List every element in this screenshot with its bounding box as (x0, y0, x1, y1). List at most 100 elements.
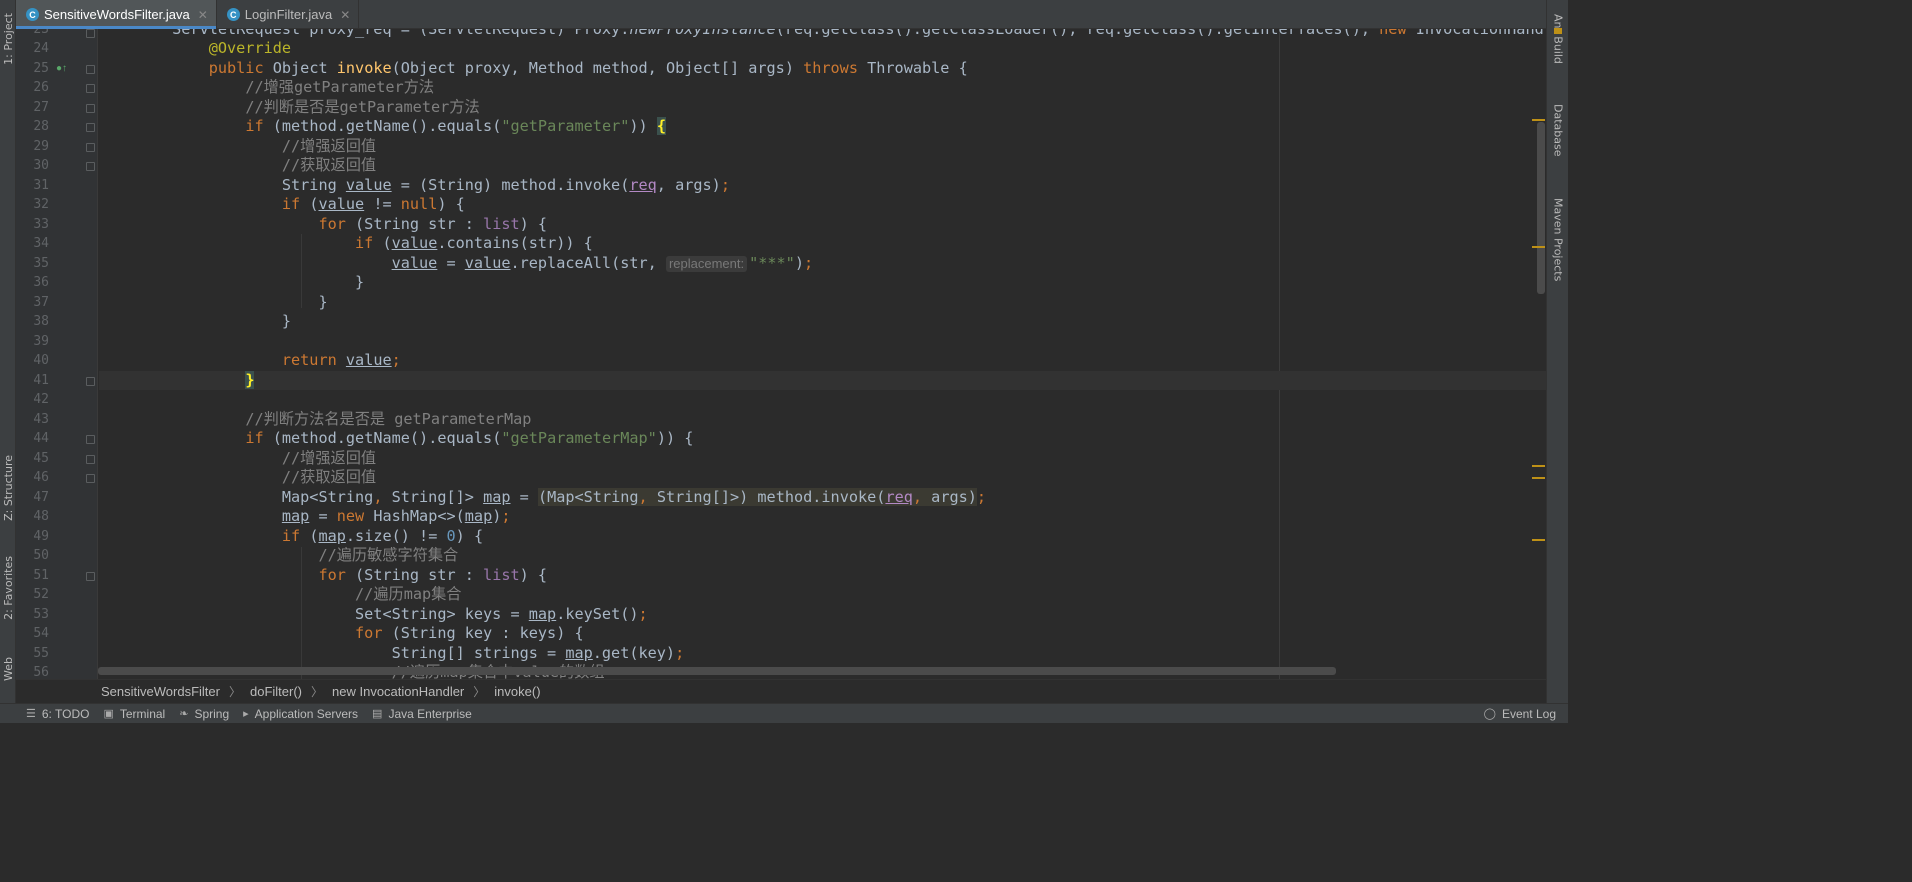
chevron-right-icon: 〉 (311, 685, 324, 699)
tab-sensitive-words-filter[interactable]: C SensitiveWordsFilter.java ✕ (16, 0, 217, 29)
fold-icon[interactable] (86, 455, 95, 464)
warning-indicator-icon[interactable] (1554, 28, 1562, 34)
todo-tool-button[interactable]: ☰ 6: TODO (26, 707, 89, 721)
line-number: 33 (33, 216, 49, 232)
structure-tool-button[interactable]: Z: Structure (0, 448, 16, 528)
code-line: for (String str : list) { (318, 214, 548, 233)
breadcrumb-current-method[interactable]: invoke() (494, 684, 540, 699)
code-line: } (99, 292, 328, 311)
left-tool-strip: 1: Project Z: Structure 2: Favorites Web (0, 0, 16, 703)
ant-build-tool-button[interactable]: Ant Build (1547, 14, 1569, 86)
line-number: 49 (33, 528, 49, 544)
vertical-scrollbar[interactable] (1537, 122, 1545, 294)
code-line: for (String key : keys) { (355, 624, 584, 642)
breadcrumb-class[interactable]: SensitiveWordsFilter (101, 684, 220, 699)
close-icon[interactable]: ✕ (198, 8, 208, 22)
application-servers-tool-button[interactable]: ▸ Application Servers (243, 707, 358, 721)
fold-icon[interactable] (86, 435, 95, 444)
todo-list-icon: ☰ (26, 708, 36, 720)
tab-login-filter[interactable]: C LoginFilter.java ✕ (217, 0, 360, 29)
breadcrumb-method[interactable]: doFilter() (250, 684, 302, 699)
fold-icon[interactable] (86, 84, 95, 93)
favorites-tool-button[interactable]: 2: Favorites (0, 548, 16, 628)
fold-icon[interactable] (86, 572, 95, 581)
line-number: 42 (33, 392, 49, 407)
line-number: 45 (33, 450, 49, 466)
application-servers-tool-label: Application Servers (254, 706, 359, 721)
error-stripe-marker[interactable] (1532, 246, 1545, 248)
line-number: 29 (33, 138, 49, 154)
line-number: 23 (33, 29, 49, 37)
code-line: //遍历敏感字符集合 (318, 546, 459, 564)
code-line: //判断方法名是否是 getParameterMap (245, 409, 532, 428)
line-number: 37 (33, 294, 49, 310)
breadcrumb-anonymous-class[interactable]: new InvocationHandler (332, 684, 464, 699)
code-line: if (value != null) { (281, 195, 465, 213)
structure-tool-label: Z: Structure (1, 455, 15, 521)
server-icon: ▸ (243, 708, 249, 720)
code-line: for (String str : list) { (318, 565, 548, 584)
horizontal-scrollbar[interactable] (98, 667, 1336, 675)
project-tool-button[interactable]: 1: Project (0, 8, 16, 70)
line-number: 36 (33, 275, 49, 290)
event-log-label: Event Log (1501, 706, 1556, 721)
current-code-line: } (99, 370, 1546, 390)
code-line: if (map.size() != 0) { (281, 526, 484, 545)
line-number-gutter[interactable]: 23 24 25 26 27 28 29 30 31 32 33 34 35 3… (16, 29, 98, 679)
line-number: 53 (33, 606, 49, 622)
error-stripe-marker[interactable] (1532, 465, 1545, 467)
line-number: 54 (33, 626, 49, 641)
right-tool-strip: Ant Build Database Maven Projects (1546, 0, 1568, 703)
tool-window-bar: ☰ 6: TODO ▣ Terminal ❧ Spring ▸ Applicat… (0, 703, 1568, 723)
breadcrumb: SensitiveWordsFilter 〉 doFilter() 〉 new … (16, 679, 1546, 703)
line-number: 47 (33, 489, 49, 505)
line-number: 26 (33, 80, 49, 95)
java-class-icon: C (26, 8, 39, 21)
fold-icon[interactable] (86, 104, 95, 113)
line-number: 43 (33, 411, 49, 427)
line-number: 51 (33, 567, 49, 583)
line-number: 41 (33, 372, 49, 388)
code-line: ServletRequest proxy_req = (ServletReque… (99, 29, 1546, 39)
code-line: //遍历map集合 (355, 585, 462, 603)
event-log-button[interactable]: ◯ Event Log (1484, 707, 1556, 721)
code-line: String value = (String) method.invoke(re… (99, 175, 730, 194)
code-line: //获取返回值 (281, 468, 377, 486)
fold-icon[interactable] (86, 474, 95, 483)
favorites-tool-label: 2: Favorites (1, 556, 15, 620)
web-tool-button[interactable]: Web (0, 648, 16, 690)
java-enterprise-tool-label: Java Enterprise (388, 706, 472, 721)
web-tool-label: Web (1, 657, 15, 681)
code-line: @Override (208, 39, 292, 57)
spring-tool-button[interactable]: ❧ Spring (179, 707, 229, 721)
fold-icon[interactable] (86, 162, 95, 171)
line-number: 50 (33, 548, 49, 563)
fold-icon[interactable] (86, 29, 95, 38)
line-number: 35 (33, 255, 49, 271)
line-number: 40 (33, 353, 49, 368)
terminal-tool-button[interactable]: ▣ Terminal (103, 707, 165, 721)
override-marker-icon[interactable]: ●↑ (56, 63, 67, 74)
maven-projects-tool-button[interactable]: Maven Projects (1547, 198, 1569, 298)
editor-tab-bar: C SensitiveWordsFilter.java ✕ C LoginFil… (16, 0, 1546, 29)
close-icon[interactable]: ✕ (340, 8, 350, 22)
fold-icon[interactable] (86, 143, 95, 152)
fold-icon[interactable] (86, 123, 95, 132)
terminal-icon: ▣ (103, 708, 114, 720)
java-enterprise-tool-button[interactable]: ▤ Java Enterprise (372, 707, 472, 721)
code-editor[interactable]: 23 24 25 26 27 28 29 30 31 32 33 34 35 3… (16, 29, 1546, 679)
error-stripe-marker[interactable] (1532, 539, 1545, 541)
code-line: } (99, 312, 292, 330)
code-line: //获取返回值 (281, 156, 377, 174)
error-stripe-marker[interactable] (1532, 119, 1545, 121)
fold-icon[interactable] (86, 377, 95, 386)
line-number: 30 (33, 158, 49, 173)
line-number: 56 (33, 665, 49, 679)
database-tool-button[interactable]: Database (1547, 104, 1569, 174)
fold-icon[interactable] (86, 65, 95, 74)
code-line: if (method.getName().equals("getParamete… (245, 117, 666, 135)
error-stripe-marker[interactable] (1532, 477, 1545, 479)
line-number: 24 (33, 41, 49, 56)
code-line: } (99, 273, 365, 291)
code-line: Set<String> keys = map.keySet(); (99, 604, 648, 623)
